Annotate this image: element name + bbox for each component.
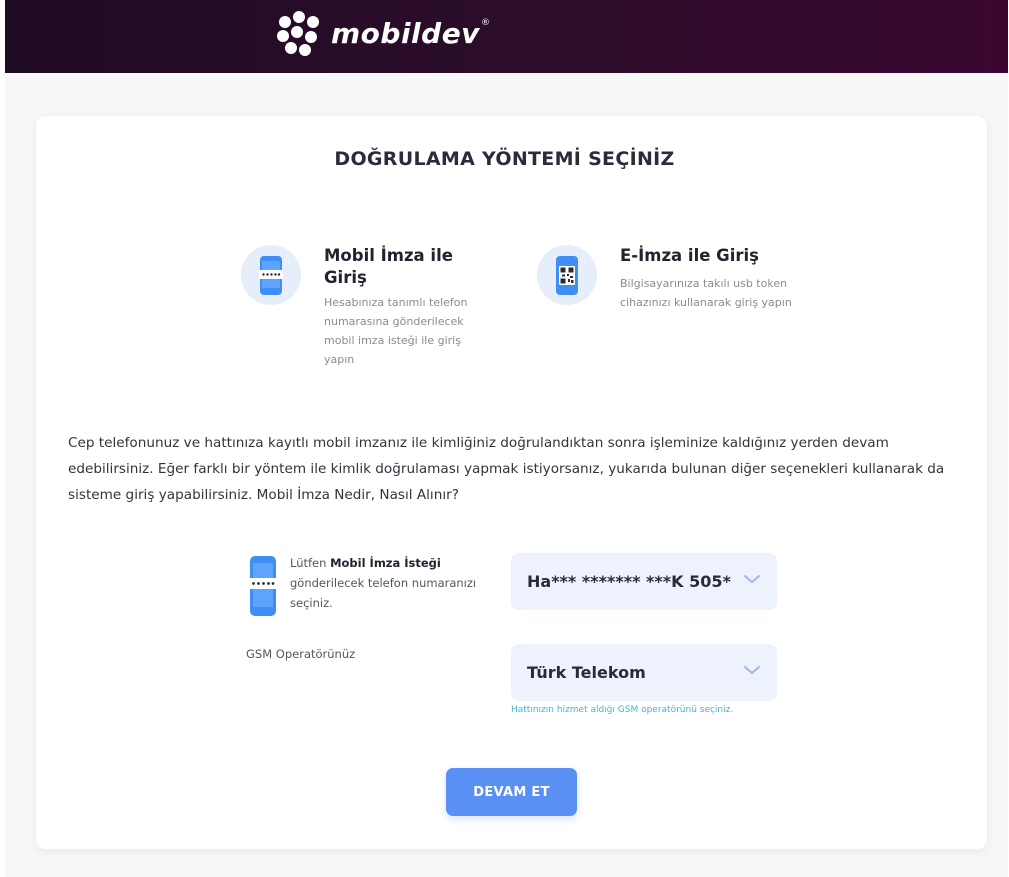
continue-button[interactable]: DEVAM ET xyxy=(446,768,577,816)
chevron-down-icon xyxy=(744,666,760,674)
method-description: Bilgisayarınıza takılı usb token cihazın… xyxy=(620,277,792,309)
header-bar: mobildev ® xyxy=(5,0,1008,73)
phone-select-instruction: Lütfen Mobil İmza İsteği gönderilecek te… xyxy=(290,553,480,613)
mobildev-logo-icon xyxy=(277,11,319,56)
method-e-signature[interactable]: E-İmza ile Giriş Bilgisayarınıza takılı … xyxy=(537,245,810,312)
chevron-down-icon xyxy=(744,575,760,583)
operator-hint: Hattınızın hizmet aldığı GSM operatörünü… xyxy=(511,705,734,715)
phone-number-select[interactable]: Ha*** ******* ***K 505* xyxy=(511,553,777,610)
brand-logo[interactable]: mobildev ® xyxy=(273,8,490,58)
qr-code-phone-icon xyxy=(537,245,597,305)
info-paragraph: Cep telefonunuz ve hattınıza kayıtlı mob… xyxy=(68,435,945,503)
instruction-text: Lütfen xyxy=(290,556,331,570)
phone-icon xyxy=(246,555,280,621)
gsm-operator-label: GSM Operatörünüz xyxy=(246,647,356,661)
method-title: Mobil İmza ile Giriş xyxy=(324,246,453,287)
method-description: Hesabınıza tanımlı telefon numarasına gö… xyxy=(324,296,468,366)
instruction-text: gönderilecek telefon numaranızı seçiniz. xyxy=(290,576,477,610)
phone-number-value: Ha*** ******* ***K 505* xyxy=(527,572,731,591)
page-title: DOĞRULAMA YÖNTEMİ SEÇİNİZ xyxy=(334,148,675,170)
mobile-signature-phone-icon xyxy=(241,245,301,305)
method-title: E-İmza ile Giriş xyxy=(620,246,759,265)
operator-value: Türk Telekom xyxy=(527,663,646,682)
brand-name: mobildev xyxy=(331,16,480,50)
method-mobile-signature[interactable]: Mobil İmza ile Giriş Hesabınıza tanımlı … xyxy=(241,245,474,369)
instruction-bold-text: Mobil İmza İsteği xyxy=(330,556,441,570)
gsm-operator-select[interactable]: Türk Telekom xyxy=(511,644,777,701)
registered-mark: ® xyxy=(480,18,490,28)
